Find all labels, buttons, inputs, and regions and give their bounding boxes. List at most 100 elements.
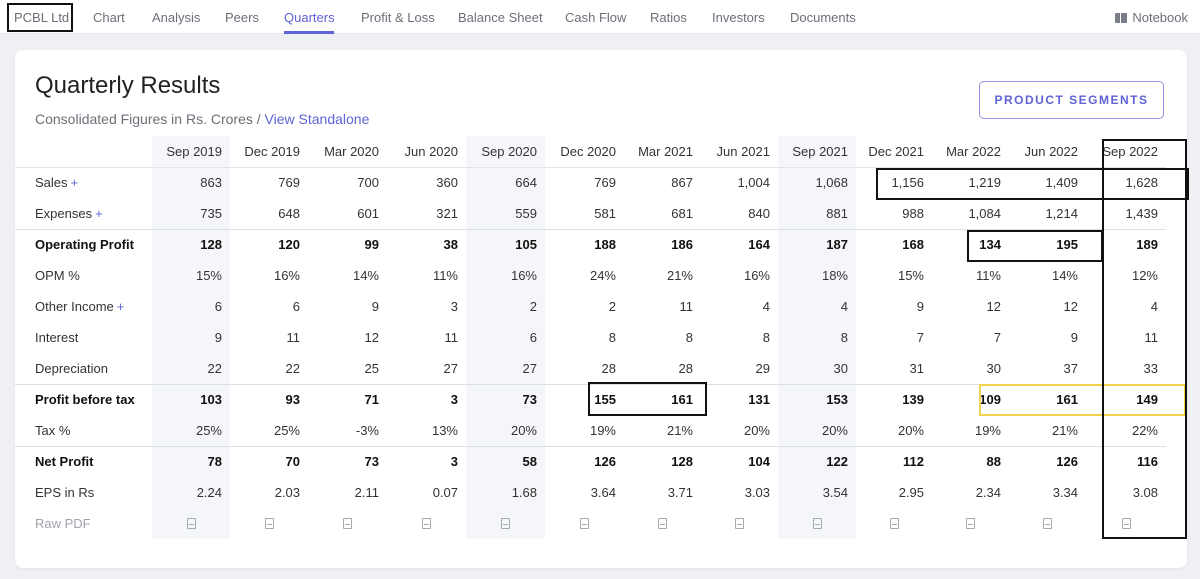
table-cell: 25% <box>152 415 230 446</box>
pdf-icon[interactable] <box>501 518 510 529</box>
nav-item-investors[interactable]: Investors <box>712 10 765 25</box>
table-cell: 104 <box>701 445 778 477</box>
nav-item-ratios[interactable]: Ratios <box>650 10 687 25</box>
pdf-icon[interactable] <box>343 518 352 529</box>
column-header[interactable]: Jun 2021 <box>701 136 778 168</box>
raw-pdf-cell[interactable] <box>701 508 778 539</box>
column-header[interactable]: Mar 2021 <box>624 136 701 168</box>
row-label[interactable]: Other Income + <box>15 291 152 322</box>
row-label[interactable]: Sales + <box>15 167 152 198</box>
table-cell: 186 <box>624 228 701 260</box>
expand-row-icon[interactable]: + <box>117 299 125 314</box>
row-label-text: Net Profit <box>35 454 94 470</box>
nav-item-peers[interactable]: Peers <box>225 10 259 25</box>
table-cell: 2.34 <box>975 485 1001 500</box>
raw-pdf-cell[interactable] <box>778 508 856 539</box>
row-label-text: OPM % <box>35 268 80 283</box>
table-cell: 6 <box>152 291 230 322</box>
expand-row-icon[interactable]: + <box>71 175 79 190</box>
row-label: Interest <box>15 322 152 353</box>
table-row: Profit before tax 103 93 71 3 73 155 161 131 153 1… <box>15 383 1166 415</box>
column-header[interactable]: Dec 2021 <box>856 136 932 168</box>
table-cell: 103 <box>152 383 230 415</box>
column-header[interactable]: Mar 2022 <box>932 136 1009 168</box>
table-cell: 11% <box>975 268 1001 283</box>
pdf-icon[interactable] <box>186 518 196 529</box>
table-cell: 2.95 <box>898 485 924 500</box>
column-header[interactable]: Sep 2019 <box>152 136 230 168</box>
table-cell: 73 <box>308 445 387 477</box>
row-label: Net Profit <box>15 445 152 477</box>
pdf-icon[interactable] <box>264 518 274 529</box>
raw-pdf-cell[interactable] <box>545 508 624 539</box>
pdf-icon[interactable] <box>735 518 744 529</box>
table-cell: 700 <box>357 175 379 191</box>
column-header[interactable]: Dec 2020 <box>545 136 624 168</box>
table-cell: 22 <box>285 360 300 376</box>
table-cell: 3.03 <box>744 485 770 500</box>
nav-item-documents[interactable]: Documents <box>790 10 856 25</box>
pdf-icon[interactable] <box>1121 518 1131 529</box>
pdf-icon[interactable] <box>658 518 667 529</box>
raw-pdf-cell[interactable] <box>932 508 1009 539</box>
table-cell: 9 <box>1070 330 1078 345</box>
table-cell: 12 <box>1063 299 1078 314</box>
table-cell: 2 <box>608 299 616 314</box>
raw-pdf-cell[interactable] <box>387 508 466 539</box>
table-cell: 73 <box>466 383 545 415</box>
table-cell: 120 <box>230 228 308 260</box>
raw-pdf-cell[interactable] <box>308 508 387 539</box>
pdf-icon[interactable] <box>966 518 975 529</box>
raw-pdf-cell[interactable] <box>152 508 230 539</box>
expand-row-icon[interactable]: + <box>95 206 103 221</box>
pdf-icon[interactable] <box>580 518 589 529</box>
view-standalone-link[interactable]: View Standalone <box>265 111 370 127</box>
nav-item-cash-flow[interactable]: Cash Flow <box>565 10 626 25</box>
column-header[interactable]: Sep 2022 <box>1086 136 1166 168</box>
nav-item-analysis[interactable]: Analysis <box>152 10 200 25</box>
table-cell: 161 <box>624 383 701 415</box>
table-cell: 2.24 <box>152 477 230 508</box>
table-cell: 4 <box>762 299 770 314</box>
nav-item-chart[interactable]: Chart <box>93 10 125 25</box>
pdf-icon[interactable] <box>889 518 899 529</box>
table-cell: 4 <box>1150 299 1158 314</box>
table-cell: 131 <box>701 383 778 415</box>
pdf-icon[interactable] <box>1043 518 1052 529</box>
table-cell: 22 <box>152 353 230 384</box>
product-segments-button[interactable]: PRODUCT SEGMENTS <box>979 81 1164 119</box>
table-cell: 16% <box>273 268 300 283</box>
notebook-link[interactable]: Notebook <box>1115 10 1188 25</box>
table-cell: 155 <box>545 383 624 415</box>
column-header[interactable]: Jun 2022 <box>1009 136 1086 168</box>
table-cell: 38 <box>387 228 466 260</box>
table-cell: 15% <box>897 268 924 283</box>
column-header[interactable]: Jun 2020 <box>387 136 466 168</box>
pdf-icon[interactable] <box>422 518 431 529</box>
column-header[interactable]: Sep 2021 <box>778 136 856 168</box>
nav-item-balance-sheet[interactable]: Balance Sheet <box>458 10 543 25</box>
nav-item-quarters[interactable]: Quarters <box>284 10 335 25</box>
raw-pdf-cell[interactable] <box>1086 508 1166 539</box>
raw-pdf-cell[interactable] <box>1009 508 1086 539</box>
raw-pdf-cell[interactable] <box>624 508 701 539</box>
raw-pdf-cell[interactable] <box>230 508 308 539</box>
pdf-icon[interactable] <box>812 518 822 529</box>
table-cell: 7 <box>993 330 1001 345</box>
table-cell: 188 <box>545 228 624 260</box>
table-cell: 8 <box>778 322 856 353</box>
table-cell: 21% <box>1051 422 1078 438</box>
row-label-text: EPS in Rs <box>35 485 95 500</box>
table-cell: 33 <box>1143 360 1158 376</box>
nav-item-profit-loss[interactable]: Profit & Loss <box>361 10 435 25</box>
table-row: EPS in Rs 2.24 2.03 2.11 0.07 1.68 3.64 3.71 3.0… <box>15 477 1166 508</box>
row-label[interactable]: Expenses + <box>15 198 152 229</box>
column-header[interactable]: Sep 2020 <box>466 136 545 168</box>
table-cell: 8 <box>762 330 770 345</box>
column-header[interactable]: Mar 2020 <box>308 136 387 168</box>
table-row: Interest 9 11 12 11 6 8 8 8 8 7 7 9 11 <box>15 322 1166 353</box>
raw-pdf-cell[interactable] <box>466 508 545 539</box>
table-cell: 1,214 <box>1045 205 1078 221</box>
raw-pdf-cell[interactable] <box>856 508 932 539</box>
column-header[interactable]: Dec 2019 <box>230 136 308 168</box>
